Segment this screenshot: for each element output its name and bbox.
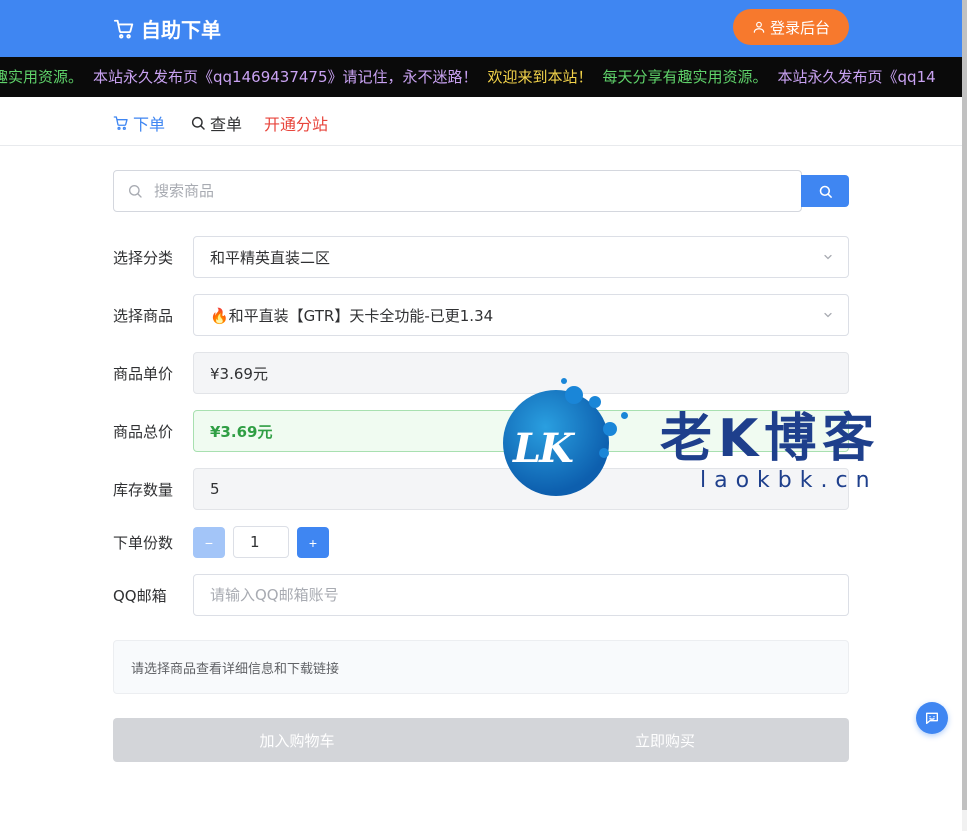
nav-order-label: 下单	[133, 115, 166, 134]
nav-query-label: 查单	[210, 115, 243, 134]
brand-title: 自助下单	[141, 18, 221, 42]
watermark-dot	[561, 378, 567, 384]
unit-price-label: 商品单价	[113, 365, 174, 383]
product-info-text: 请选择商品查看详细信息和下载链接	[131, 661, 340, 677]
email-label: QQ邮箱	[113, 587, 167, 605]
category-label: 选择分类	[113, 249, 174, 267]
search-button[interactable]	[801, 175, 849, 207]
add-to-cart-button[interactable]: 加入购物车	[113, 718, 481, 762]
chat-support-button[interactable]	[916, 702, 948, 734]
category-select[interactable]: 和平精英直装二区	[193, 236, 849, 278]
nav-branch-label: 开通分站	[264, 115, 329, 134]
login-admin-button[interactable]: 登录后台	[733, 9, 849, 45]
chat-icon	[926, 712, 938, 724]
unit-price-value: ¥3.69元	[210, 364, 268, 383]
watermark-title: 老K博客	[660, 409, 881, 469]
brand[interactable]: 自助下单	[113, 14, 221, 43]
quantity-input[interactable]	[233, 526, 289, 558]
category-value: 和平精英直装二区	[210, 248, 331, 267]
email-input[interactable]	[193, 574, 849, 616]
login-admin-label: 登录后台	[769, 19, 830, 37]
marquee-segment: 欢迎来到本站！	[487, 68, 593, 86]
watermark-dot	[589, 396, 601, 408]
total-price-value: ¥3.69元	[210, 422, 273, 441]
marquee-segment: 本站永久发布页《qq14	[777, 68, 936, 86]
marquee-segment: 有趣实用资源。	[0, 68, 84, 86]
quantity-decrease-button[interactable]: −	[193, 527, 225, 558]
action-bar: 加入购物车 立即购买	[113, 718, 849, 762]
watermark-dot	[565, 386, 583, 404]
watermark-dot	[621, 412, 628, 419]
watermark-dot	[603, 422, 617, 436]
marquee-track: 有趣实用资源。 本站永久发布页《qq1469437475》请记住，永不迷路！ 欢…	[0, 67, 946, 87]
user-icon	[753, 21, 765, 33]
product-label: 选择商品	[113, 307, 174, 325]
chevron-down-icon	[824, 254, 832, 260]
product-value: 🔥和平直装【GTR】天卡全功能-已更1.34	[210, 306, 494, 325]
nav-query[interactable]: 查单	[190, 111, 242, 135]
stock-value: 5	[210, 480, 220, 498]
stock-label: 库存数量	[113, 481, 174, 499]
search-icon	[191, 116, 205, 130]
scrollbar-thumb[interactable]	[962, 0, 967, 810]
page-scrollbar[interactable]	[962, 0, 967, 831]
search-icon	[129, 185, 142, 198]
marquee-segment: 本站永久发布页《qq1469437475》请记住，永不迷路！	[93, 68, 478, 86]
top-header: 自助下单 登录后台	[0, 0, 962, 57]
nav-order[interactable]: 下单	[113, 111, 165, 135]
chevron-down-icon	[824, 312, 832, 318]
search-input[interactable]	[154, 182, 754, 200]
product-info-box: 请选择商品查看详细信息和下载链接	[113, 640, 849, 694]
watermark-lk-text: LK	[513, 425, 574, 472]
nav-open-branch[interactable]: 开通分站	[264, 111, 328, 135]
buy-now-button[interactable]: 立即购买	[481, 718, 849, 762]
main-nav: 下单 查单 开通分站	[0, 97, 962, 146]
cart-icon	[113, 116, 128, 130]
total-price-label: 商品总价	[113, 423, 174, 441]
search-box	[113, 170, 802, 212]
product-select[interactable]: 🔥和平直装【GTR】天卡全功能-已更1.34	[193, 294, 849, 336]
search-icon	[819, 185, 832, 198]
quantity-increase-button[interactable]: +	[297, 527, 329, 558]
marquee-segment: 每天分享有趣实用资源。	[602, 68, 768, 86]
announcement-marquee: 有趣实用资源。 本站永久发布页《qq1469437475》请记住，永不迷路！ 欢…	[0, 57, 962, 97]
cart-icon	[113, 19, 134, 39]
quantity-label: 下单份数	[113, 534, 174, 552]
watermark-dot	[599, 448, 609, 458]
watermark-logo: LK 老K博客 laokbk.cn	[503, 378, 923, 503]
watermark-url: laokbk.cn	[700, 468, 878, 493]
